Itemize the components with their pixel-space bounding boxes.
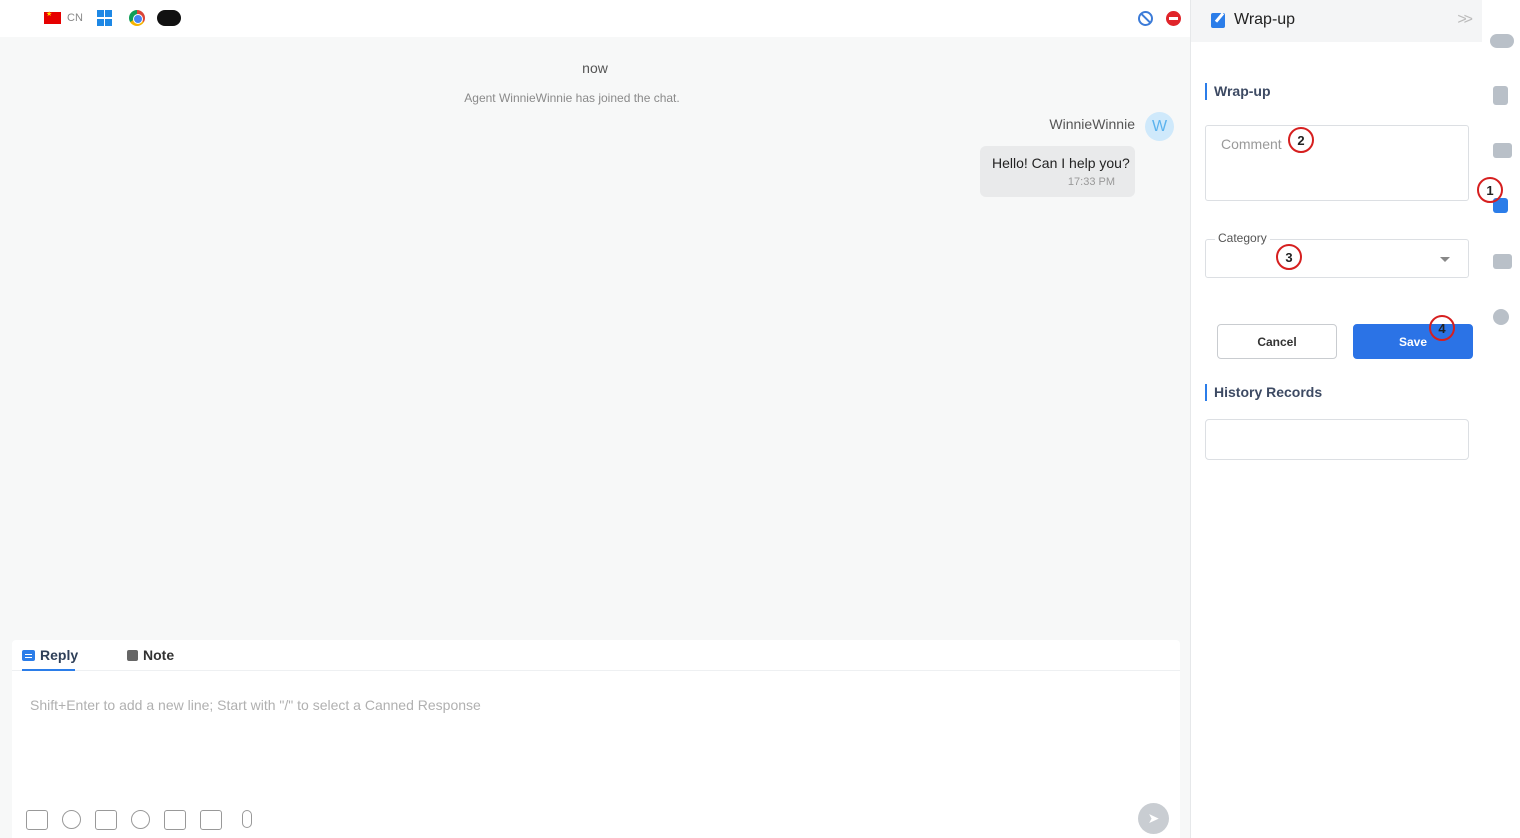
side-rail: 1 (1477, 0, 1520, 838)
contact-card-icon[interactable] (1493, 143, 1512, 158)
message-time: 17:33 PM (1067, 176, 1115, 188)
clipboard-add-icon[interactable] (164, 810, 186, 830)
end-chat-icon[interactable] (1166, 11, 1181, 26)
comment-placeholder: Comment (1221, 136, 1282, 152)
edit-icon (1211, 13, 1225, 28)
message-text: Hello! Can I help you? (992, 155, 1130, 171)
image-icon[interactable] (95, 810, 117, 830)
collapse-icon[interactable]: >> (1457, 11, 1473, 29)
send-icon: ➤ (1147, 810, 1160, 827)
message-sender: WinnieWinnie (1049, 116, 1135, 132)
tab-note[interactable]: Note (127, 647, 174, 663)
history-section-title: History Records (1205, 384, 1322, 401)
china-flag-icon (44, 10, 61, 24)
reply-icon (22, 649, 35, 661)
knowledge-book-icon[interactable] (1493, 254, 1512, 269)
system-message: Agent WinnieWinnie has joined the chat. (464, 91, 680, 105)
message-input[interactable]: Shift+Enter to add a new line; Start wit… (30, 697, 481, 713)
history-records-list (1205, 419, 1469, 460)
tab-reply[interactable]: Reply (22, 647, 78, 663)
tab-note-label: Note (143, 647, 175, 663)
chat-transcript: now Agent WinnieWinnie has joined the ch… (0, 37, 1190, 637)
comment-field[interactable]: Comment (1205, 125, 1469, 201)
chrome-icon (129, 10, 145, 26)
windows-icon (97, 10, 113, 26)
clipboard-info-icon[interactable] (1493, 86, 1508, 105)
annotation-marker-3: 3 (1276, 244, 1302, 270)
annotation-marker-1: 1 (1477, 177, 1503, 203)
block-icon[interactable] (1138, 11, 1153, 26)
tab-reply-label: Reply (40, 647, 79, 663)
composer-tabs: Reply Note (12, 640, 1180, 671)
send-button[interactable]: ➤ (1138, 803, 1169, 834)
panel-title: Wrap-up (1234, 11, 1296, 28)
message-composer: Reply Note Shift+Enter to add a new line… (12, 640, 1180, 838)
panel-header: Wrap-up >> (1191, 0, 1482, 42)
composer-tools (26, 810, 266, 830)
language-switcher[interactable]: CN (40, 8, 87, 28)
microphone-icon[interactable] (242, 810, 252, 828)
message-bubble: Hello! Can I help you? 17:33 PM (980, 146, 1135, 197)
note-icon (127, 649, 138, 661)
annotation-marker-4: 4 (1429, 315, 1455, 341)
chevron-down-icon (1440, 257, 1450, 262)
salesforce-icon (157, 10, 181, 26)
salesforce-cloud-icon[interactable] (1490, 34, 1514, 48)
transfer-agent-icon[interactable] (131, 810, 150, 829)
chat-timestamp: now (582, 60, 608, 76)
annotation-marker-2: 2 (1288, 127, 1314, 153)
history-clock-icon[interactable] (1493, 309, 1509, 325)
wrapup-panel: Wrap-up >> Wrap-up Comment Category Canc… (1190, 0, 1482, 838)
category-label: Category (1215, 231, 1270, 245)
cancel-button[interactable]: Cancel (1217, 324, 1337, 359)
language-code: CN (67, 12, 83, 24)
wrapup-section-title: Wrap-up (1205, 83, 1271, 100)
avatar: W (1145, 112, 1174, 141)
emoji-icon[interactable] (62, 810, 81, 829)
folder-icon[interactable] (26, 810, 48, 830)
active-tab-indicator (22, 669, 75, 671)
save-button[interactable]: Save (1353, 324, 1473, 359)
top-toolbar: CN (0, 0, 1190, 37)
video-icon[interactable] (200, 810, 222, 830)
